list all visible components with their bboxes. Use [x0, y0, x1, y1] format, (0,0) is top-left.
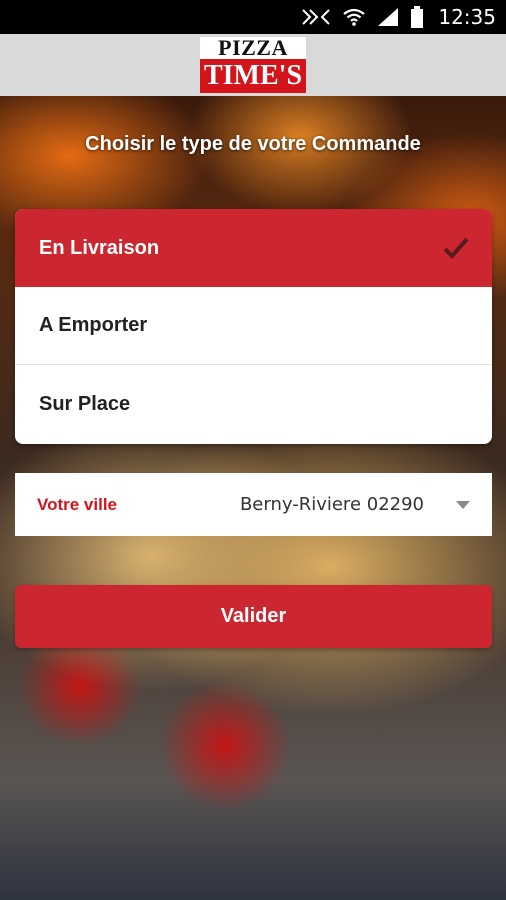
order-type-label: Sur Place — [39, 393, 131, 415]
logo-line2: TIME'S — [200, 59, 306, 93]
dropdown-arrow-icon[interactable] — [456, 500, 470, 509]
order-type-label: En Livraison — [39, 236, 160, 259]
nfc-icon — [300, 7, 332, 27]
app-header: PIZZA TIME'S — [0, 34, 506, 96]
page-title: Choisir le type de votre Commande — [85, 133, 421, 155]
city-label: Votre ville — [37, 494, 117, 514]
battery-icon — [410, 6, 424, 28]
checkmark-icon — [442, 236, 470, 260]
clock: 12:35 — [438, 5, 496, 29]
city-value: Berny-Riviere 02290 — [239, 494, 424, 515]
logo-line1: PIZZA — [200, 37, 306, 59]
signal-icon — [376, 7, 400, 27]
wifi-icon — [342, 7, 366, 27]
city-select[interactable]: Votre ville Berny-Riviere 02290 — [15, 473, 492, 536]
status-bar: 12:35 — [0, 0, 506, 34]
validate-button[interactable]: Valider — [15, 585, 492, 648]
order-type-takeaway[interactable]: A Emporter — [15, 287, 492, 365]
order-type-delivery[interactable]: En Livraison — [15, 209, 492, 287]
pizza-times-logo[interactable]: PIZZA TIME'S — [200, 37, 306, 93]
order-type-list: En Livraison A Emporter Sur Place — [15, 209, 492, 444]
order-type-dine-in[interactable]: Sur Place — [15, 365, 492, 444]
order-type-label: A Emporter — [39, 314, 148, 336]
